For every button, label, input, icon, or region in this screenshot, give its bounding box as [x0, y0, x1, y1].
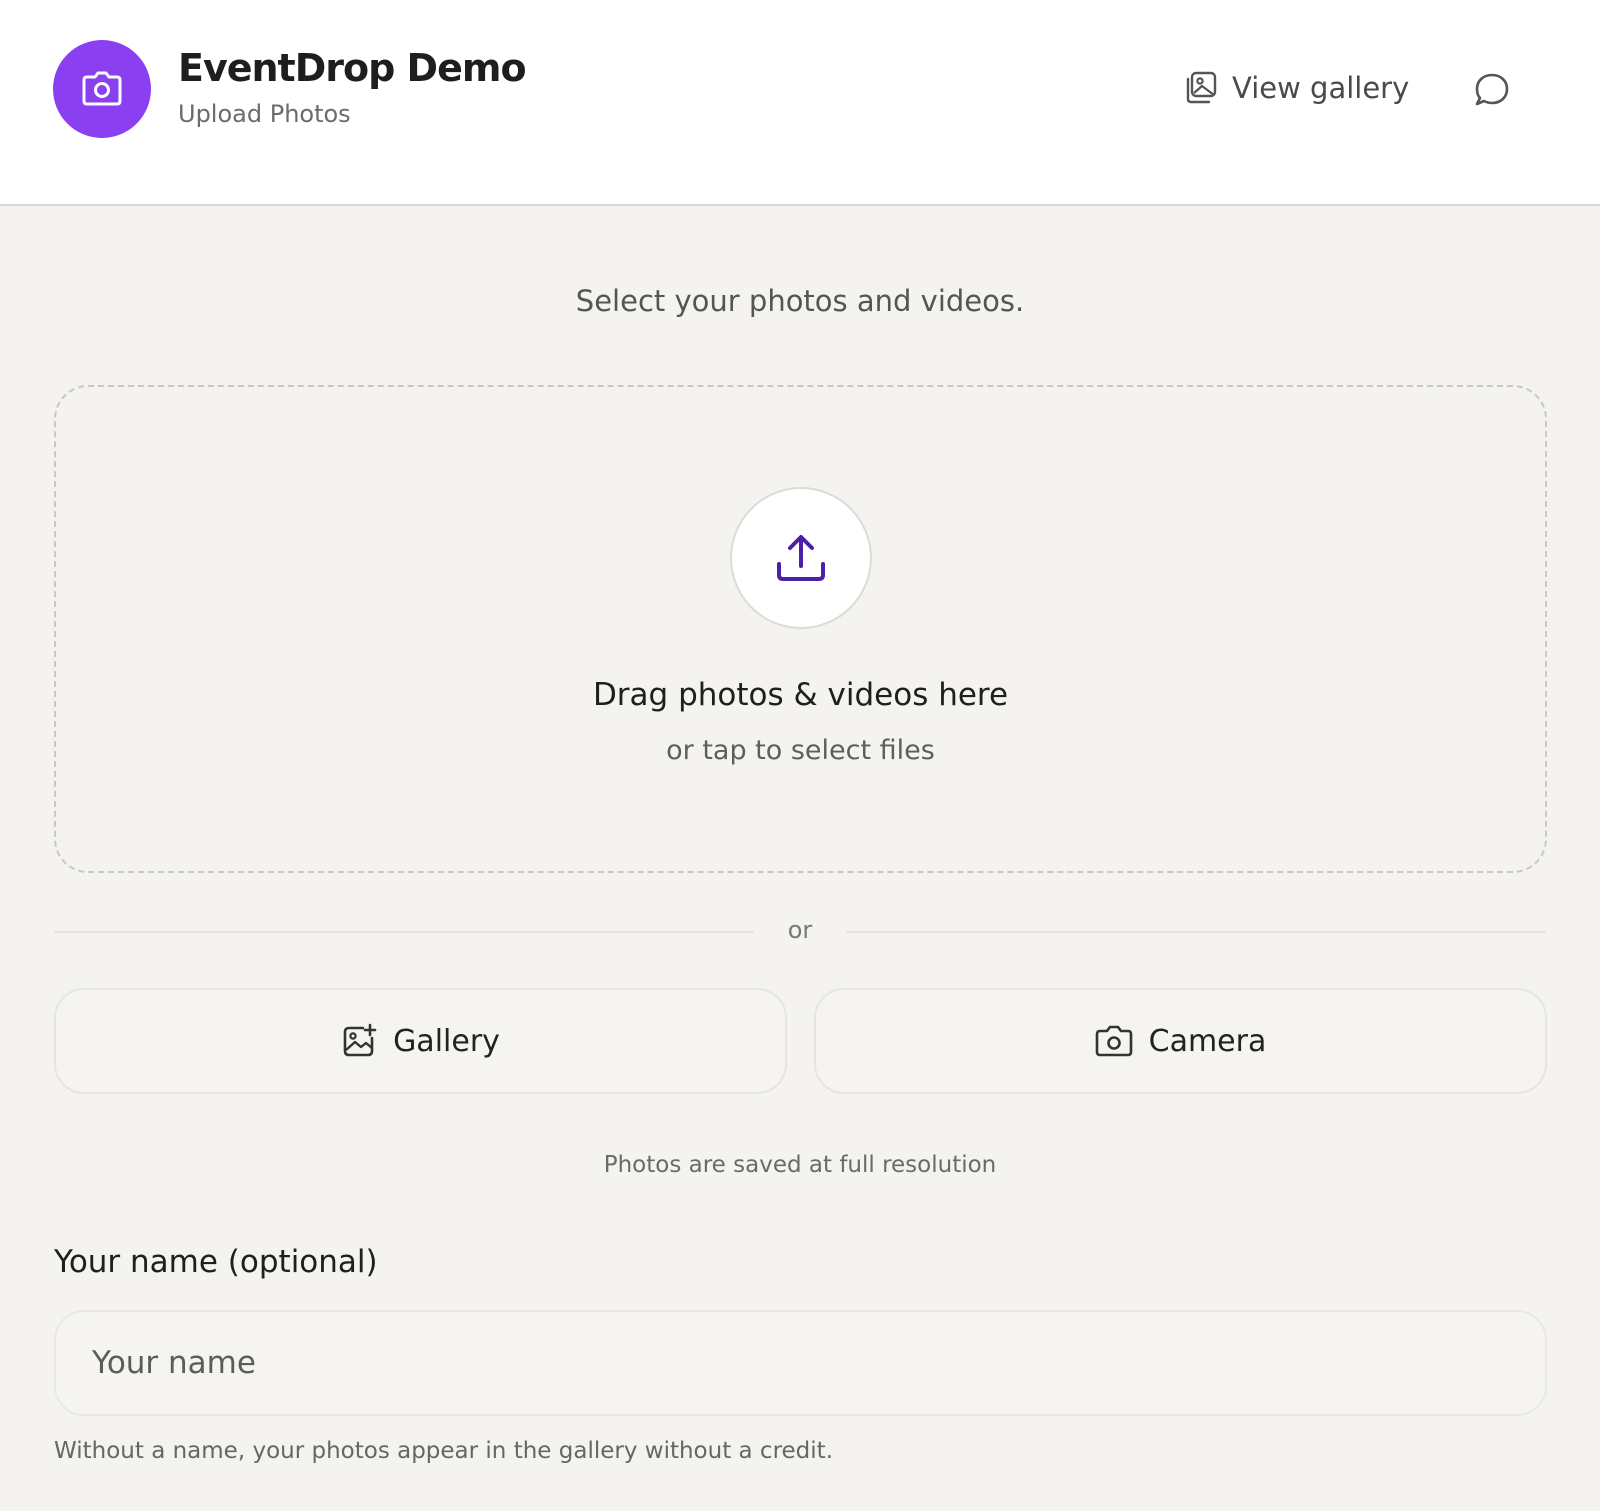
name-field-hint: Without a name, your photos appear in th… — [54, 1438, 834, 1464]
dropzone-subtitle: or tap to select files — [666, 735, 935, 766]
gallery-button-label: Gallery — [393, 1023, 500, 1059]
name-field-label: Your name (optional) — [54, 1244, 378, 1280]
page-subtitle: Upload Photos — [178, 100, 351, 128]
divider-left — [54, 931, 754, 933]
app-header: EventDrop Demo Upload Photos View galler… — [0, 0, 1600, 206]
app-logo — [53, 40, 151, 138]
resolution-note: Photos are saved at full resolution — [603, 1152, 997, 1178]
gallery-icon — [1186, 71, 1217, 104]
upload-dropzone[interactable]: Drag photos & videos here or tap to sele… — [54, 385, 1547, 873]
camera-icon — [1095, 1025, 1132, 1057]
view-gallery-label: View gallery — [1232, 71, 1410, 105]
camera-button-label: Camera — [1148, 1023, 1267, 1059]
camera-icon — [82, 71, 122, 106]
chat-button[interactable] — [1472, 70, 1512, 110]
view-gallery-link[interactable]: View gallery — [1182, 70, 1409, 106]
name-input[interactable] — [54, 1310, 1547, 1416]
image-add-icon — [343, 1023, 377, 1057]
divider-or-label: or — [787, 916, 813, 944]
divider-right — [846, 931, 1546, 933]
upload-button[interactable] — [730, 487, 872, 629]
dropzone-title: Drag photos & videos here — [592, 677, 1009, 713]
gallery-button[interactable]: Gallery — [54, 988, 787, 1094]
chat-bubble-icon — [1475, 73, 1509, 106]
upload-prompt: Select your photos and videos. — [575, 284, 1025, 318]
camera-button[interactable]: Camera — [814, 988, 1547, 1094]
upload-icon — [777, 535, 825, 581]
app-title: EventDrop Demo — [178, 46, 527, 90]
